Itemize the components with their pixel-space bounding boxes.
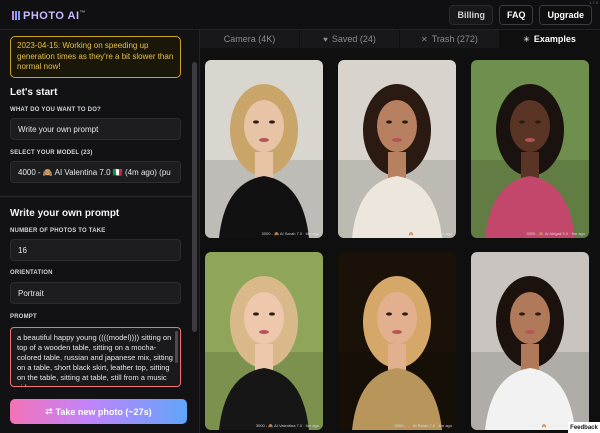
take-photo-label: Take new photo (~27s)	[55, 406, 152, 417]
prompt-textarea[interactable]: a beautiful happy young ((((model)))) si…	[10, 327, 181, 387]
photo-card[interactable]: 3000 - 🙈 AI Valentina 7.0 · 6m ago	[205, 252, 323, 430]
notice-banner: 2023-04-15: Working on speeding up gener…	[10, 36, 181, 78]
num-photos-label: NUMBER OF PHOTOS TO TAKE	[10, 228, 106, 234]
top-bar: PHOTO AI™ Billing FAQ Upgrade 1.7.0	[0, 0, 600, 30]
tab-trash-label: Trash (272)	[431, 34, 478, 44]
logo-text: PHOTO AI™	[23, 9, 87, 22]
tab-trash[interactable]: ✕ Trash (272)	[400, 30, 500, 48]
photo-card[interactable]: 4000 - 🙈 AI Esha 7.0 · 5m ago	[338, 60, 456, 238]
model-label: SELECT YOUR MODEL (23)	[10, 150, 93, 156]
divider	[0, 196, 192, 197]
tab-examples-label: Examples	[533, 34, 576, 44]
top-actions: Billing FAQ Upgrade	[449, 5, 592, 25]
portrait-image	[338, 60, 456, 238]
portrait-image	[471, 60, 589, 238]
gallery-tabs: Camera (4K) ♥ Saved (24) ✕ Trash (272) ✳…	[200, 30, 600, 48]
prompt-text: a beautiful happy young ((((model)))) si…	[17, 333, 173, 386]
photo-caption: 4000 - 🙈 AI Esha 7.0 · 5m ago	[396, 231, 452, 236]
tab-saved-label: Saved (24)	[331, 34, 376, 44]
tab-camera[interactable]: Camera (4K)	[200, 30, 300, 48]
take-photo-button[interactable]: ⮂ Take new photo (~27s)	[10, 399, 187, 424]
tab-camera-label: Camera (4K)	[223, 34, 276, 44]
photo-card[interactable]: 3000 - 🙈 AI Abigail 9.0 · 6m ago	[471, 60, 589, 238]
sparkle-icon: ✳	[523, 34, 530, 44]
lets-start-heading: Let's start	[10, 87, 58, 98]
photo-card[interactable]: 4000 - 🙈 AI Esha 7.0 · 6m ago	[471, 252, 589, 430]
feedback-button[interactable]: Feedback	[568, 422, 600, 433]
panel-scrollbar[interactable]	[192, 62, 197, 332]
tab-saved[interactable]: ♥ Saved (24)	[300, 30, 400, 48]
tab-examples[interactable]: ✳ Examples	[500, 30, 600, 48]
model-select[interactable]: 4000 - 🙈 AI Valentina 7.0 🇮🇹 (4m ago) (p…	[10, 161, 181, 183]
portrait-image	[205, 252, 323, 430]
orientation-select[interactable]: Portrait	[10, 282, 181, 304]
what-label: WHAT DO YOU WANT TO DO?	[10, 107, 101, 113]
heart-icon: ♥	[323, 34, 328, 44]
num-photos-input[interactable]: 16	[10, 239, 181, 261]
portrait-image	[205, 60, 323, 238]
refresh-icon: ⮂	[45, 406, 53, 416]
photo-card[interactable]: 3000 - 🙈 AI Sarah 7.0 · 6m ago	[205, 60, 323, 238]
version-label: 1.7.0	[589, 0, 598, 5]
photo-card[interactable]: 3000 - 🙈 AI Sarah 7.0 · 6m ago	[338, 252, 456, 430]
app-logo[interactable]: PHOTO AI™	[12, 9, 86, 22]
what-select[interactable]: Write your own prompt	[10, 118, 181, 140]
faq-button[interactable]: FAQ	[498, 5, 534, 25]
orientation-label: ORIENTATION	[10, 270, 53, 276]
photo-caption: 3000 - 🙈 AI Sarah 7.0 · 6m ago	[394, 423, 452, 428]
portrait-image	[338, 252, 456, 430]
photo-grid: 3000 - 🙈 AI Sarah 7.0 · 6m ago 4000 - 🙈 A…	[200, 48, 600, 433]
photo-caption: 3000 - 🙈 AI Abigail 9.0 · 6m ago	[526, 231, 585, 236]
photo-caption: 3000 - 🙈 AI Valentina 7.0 · 6m ago	[255, 423, 319, 428]
upgrade-button[interactable]: Upgrade	[539, 5, 592, 25]
textarea-scrollbar[interactable]	[175, 331, 178, 363]
portrait-image	[471, 252, 589, 430]
logo-icon	[12, 11, 20, 20]
photo-caption: 3000 - 🙈 AI Sarah 7.0 · 6m ago	[261, 231, 319, 236]
prompt-heading: Write your own prompt	[10, 208, 120, 219]
billing-button[interactable]: Billing	[449, 5, 493, 25]
x-icon: ✕	[421, 34, 428, 44]
control-panel: 2023-04-15: Working on speeding up gener…	[0, 30, 200, 433]
prompt-label: PROMPT	[10, 314, 37, 320]
